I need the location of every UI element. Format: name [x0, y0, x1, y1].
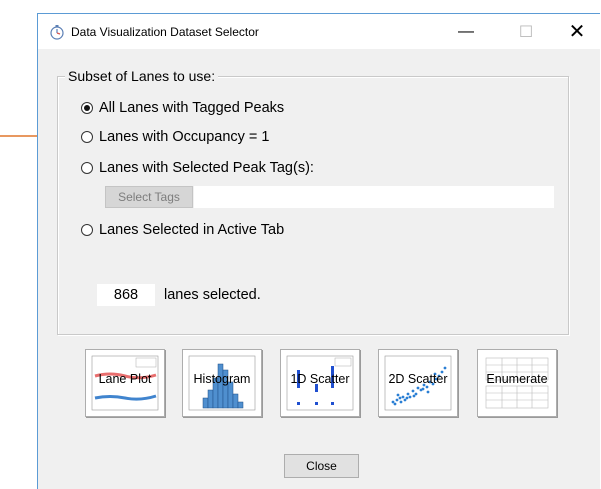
minimize-button[interactable]: — [443, 14, 489, 49]
radio-indicator[interactable] [81, 162, 93, 174]
close-window-button[interactable]: ✕ [554, 14, 600, 49]
radio-indicator[interactable] [81, 102, 93, 114]
viz-button-label: Histogram [193, 372, 251, 386]
radio-indicator[interactable] [81, 224, 93, 236]
radio-occupancy-one[interactable]: Lanes with Occupancy = 1 [81, 129, 269, 145]
histogram-button[interactable]: Histogram [182, 349, 262, 417]
close-button[interactable]: Close [284, 454, 359, 478]
radio-all-tagged-lanes[interactable]: All Lanes with Tagged Peaks [81, 100, 284, 116]
radio-label: Lanes with Occupancy = 1 [99, 129, 270, 145]
group-legend: Subset of Lanes to use: [65, 68, 219, 84]
maximize-button[interactable]: ☐ [503, 14, 549, 49]
lanes-selected-label: lanes selected. [164, 287, 261, 303]
radio-indicator[interactable] [81, 131, 93, 143]
title-bar: Data Visualization Dataset Selector — ☐ … [38, 14, 600, 49]
lanes-count-field: 868 [97, 284, 155, 306]
viz-button-label: Enumerate [486, 372, 548, 386]
dialog-window: Data Visualization Dataset Selector — ☐ … [37, 13, 600, 489]
lane-plot-button[interactable]: Lane Plot [85, 349, 165, 417]
scatter-1d-button[interactable]: 1D Scatter [280, 349, 360, 417]
enumerate-button[interactable]: Enumerate [477, 349, 557, 417]
radio-selected-peak-tags[interactable]: Lanes with Selected Peak Tag(s): [81, 160, 314, 176]
radio-label: Lanes with Selected Peak Tag(s): [99, 160, 314, 176]
selected-tags-field[interactable] [194, 186, 554, 208]
viz-button-label: 1D Scatter [290, 372, 350, 386]
radio-active-tab-lanes[interactable]: Lanes Selected in Active Tab [81, 222, 284, 238]
app-timer-icon [50, 25, 64, 40]
scatter-2d-button[interactable]: 2D Scatter [378, 349, 458, 417]
window-title: Data Visualization Dataset Selector [71, 25, 259, 39]
radio-label: All Lanes with Tagged Peaks [99, 100, 285, 116]
radio-label: Lanes Selected in Active Tab [99, 222, 285, 238]
select-tags-button[interactable]: Select Tags [105, 186, 193, 208]
viz-button-label: Lane Plot [98, 372, 152, 386]
viz-button-label: 2D Scatter [388, 372, 448, 386]
